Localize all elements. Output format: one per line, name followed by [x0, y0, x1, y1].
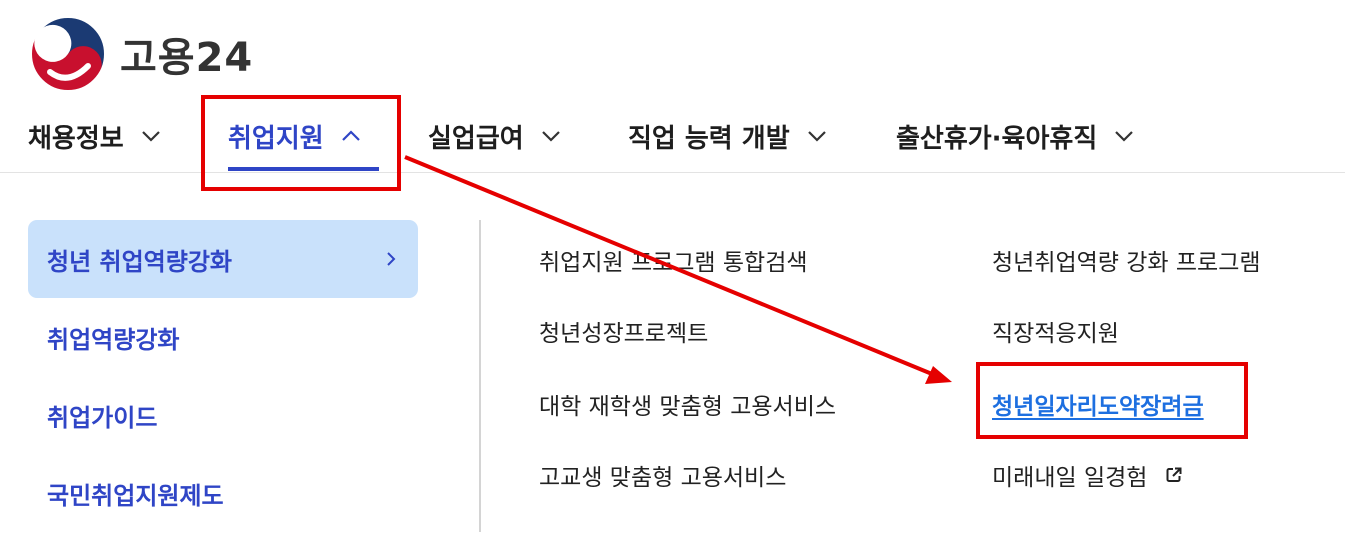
annotation-arrow: [404, 155, 952, 384]
